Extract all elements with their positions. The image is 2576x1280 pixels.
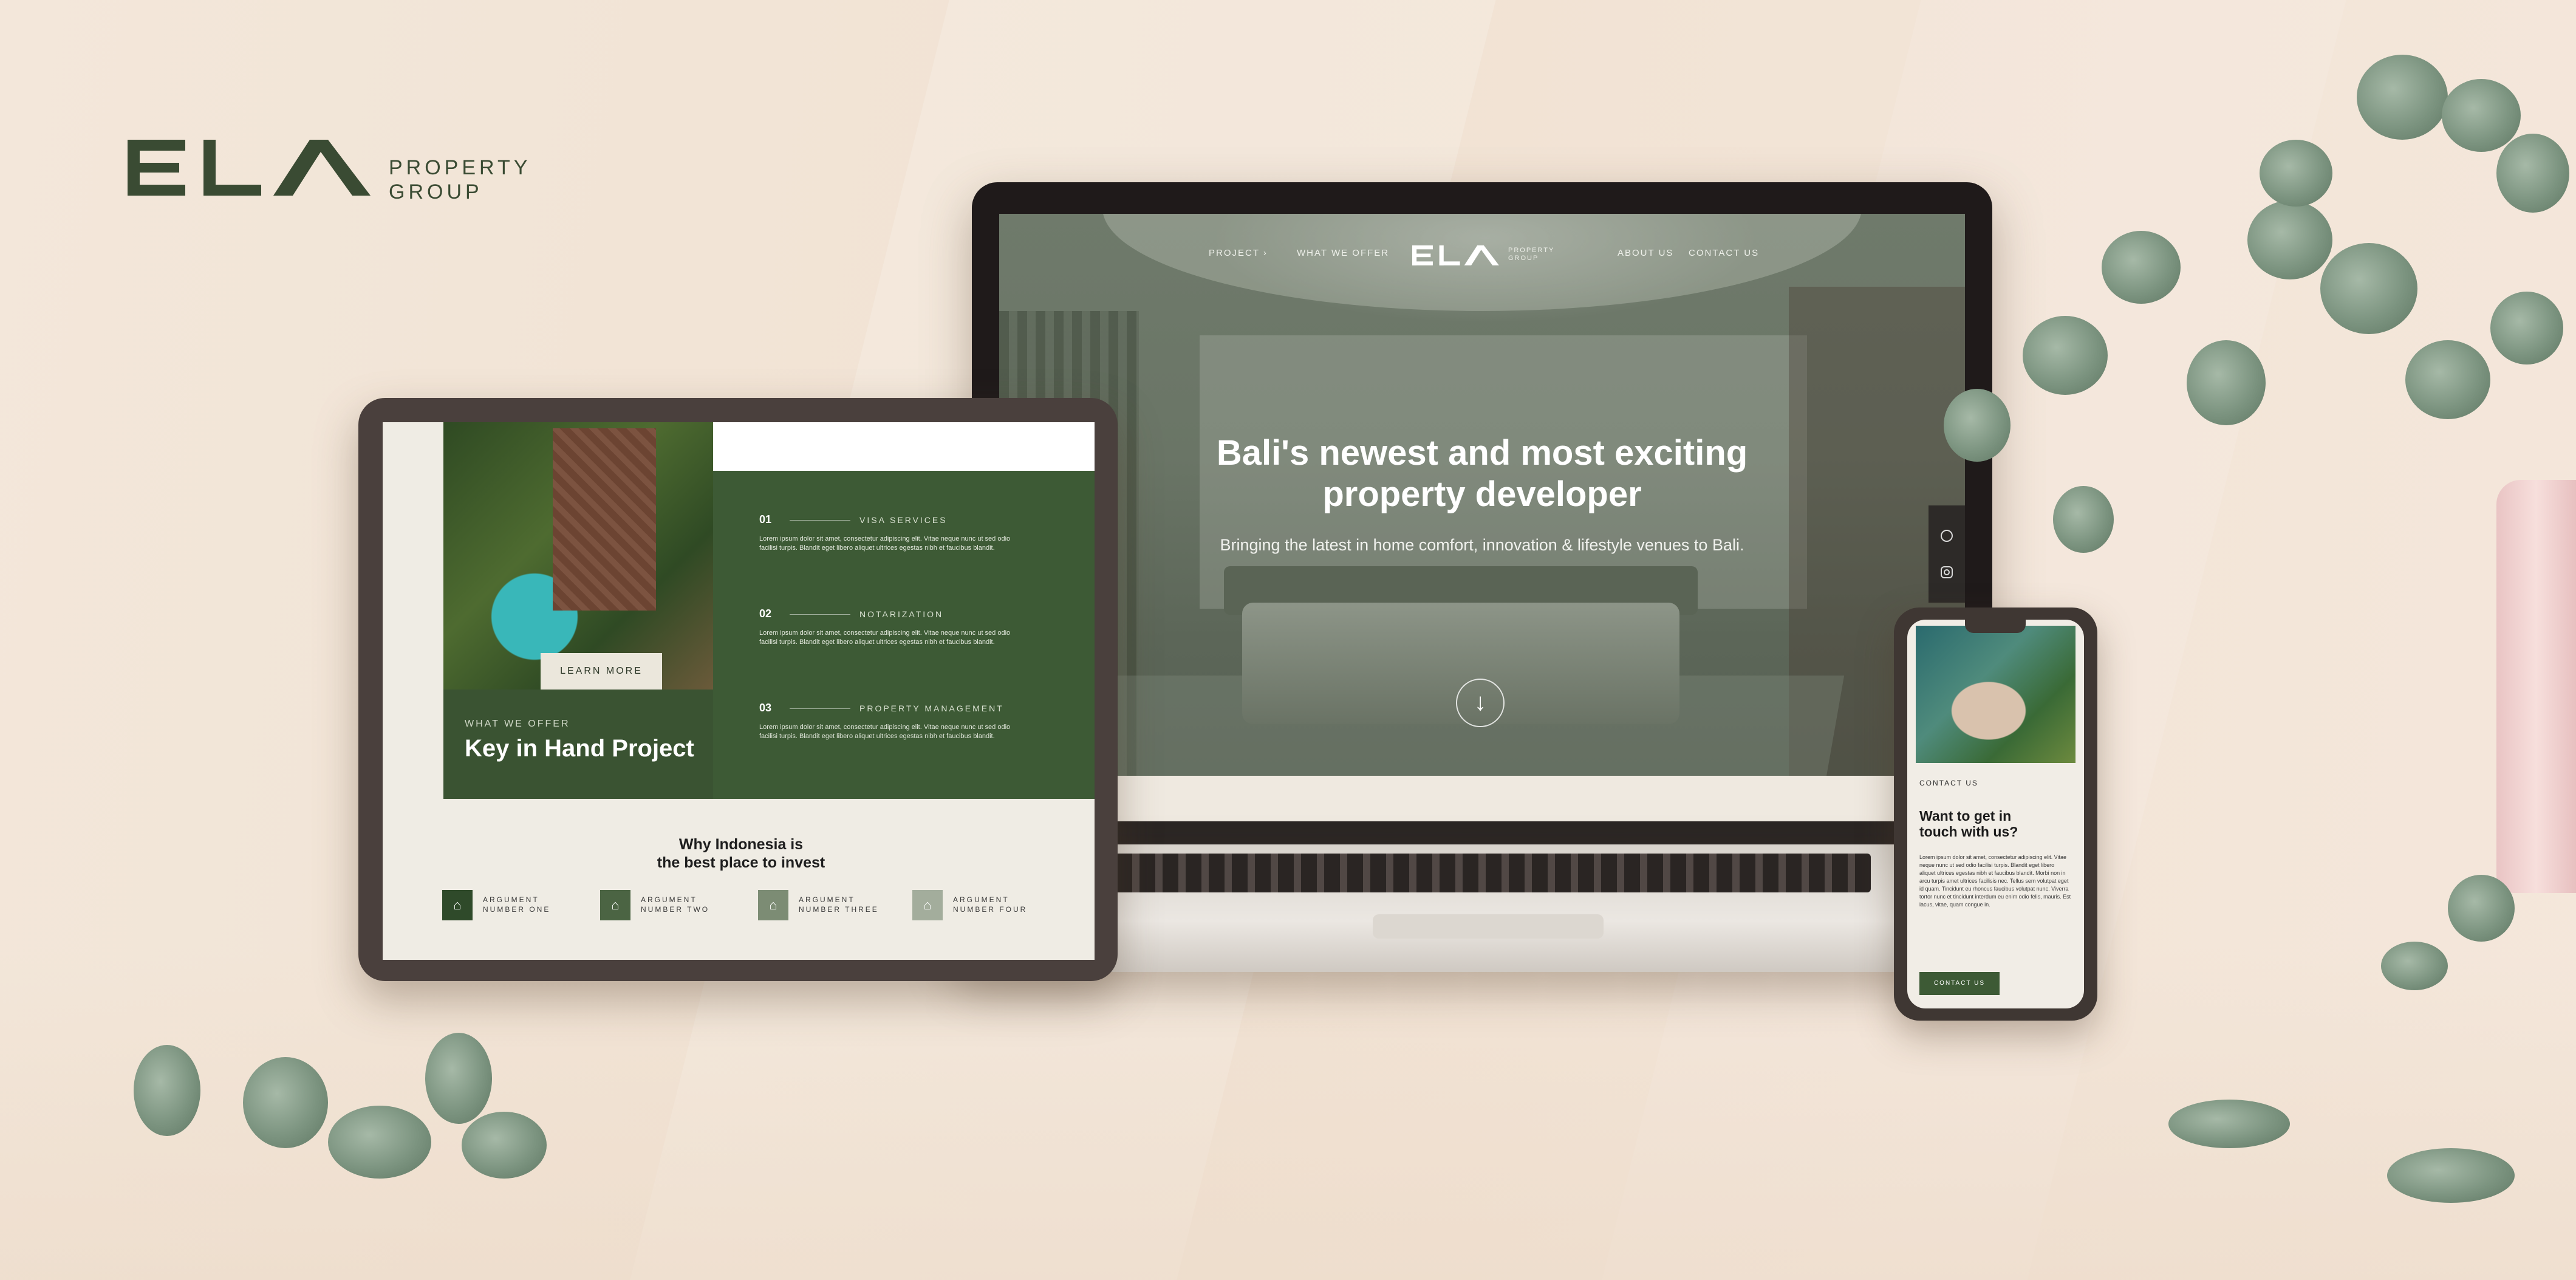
why-indonesia-heading: Why Indonesia is the best place to inves… [626, 835, 856, 872]
next-section-strip [999, 776, 1965, 821]
instagram-icon[interactable] [1938, 563, 1956, 581]
home-icon: ⌂ [600, 890, 630, 920]
argument-line-1: ARGUMENT [953, 895, 1010, 904]
service-number: 03 [759, 702, 772, 714]
nav-logo-text: PROPERTY GROUP [1508, 247, 1554, 262]
service-label: VISA SERVICES [859, 515, 948, 525]
laptop-screen: PROJECT › WHAT WE OFFER PROPERTY GROUP A… [999, 214, 1965, 821]
leaf [2381, 942, 2448, 990]
tablet-screen: LEARN MORE WHAT WE OFFER Key in Hand Pro… [383, 422, 1095, 960]
leaf [2023, 316, 2108, 395]
service-description: Lorem ipsum dolor sit amet, consectetur … [759, 629, 1011, 646]
beach-aerial-image [1916, 626, 2075, 763]
service-label: NOTARIZATION [859, 609, 944, 619]
argument-line-2: NUMBER FOUR [953, 905, 1028, 914]
brand-wordmark [128, 140, 371, 196]
argument-label[interactable]: ARGUMENT NUMBER FOUR [953, 895, 1027, 914]
argument-line-2: NUMBER TWO [641, 905, 710, 914]
site-nav: PROJECT › WHAT WE OFFER PROPERTY GROUP A… [999, 236, 1965, 272]
contact-title-line-2: touch with us? [1919, 824, 2018, 840]
argument-label[interactable]: ARGUMENT NUMBER TWO [641, 895, 709, 914]
tablet-top-band [713, 422, 1095, 471]
hero-title: Bali's newest and most exciting property… [1157, 433, 1807, 515]
service-divider [790, 520, 850, 521]
nav-logo-wordmark [1412, 245, 1499, 265]
leaf [2448, 875, 2515, 942]
brand-logo: PROPERTY GROUP [128, 134, 553, 219]
leaf [2405, 340, 2490, 419]
service-divider [790, 614, 850, 615]
leaf [2260, 140, 2332, 207]
hero-title-line-1: Bali's newest and most exciting [1216, 433, 1748, 473]
contact-us-button[interactable]: CONTACT US [1919, 972, 2000, 995]
why-line-2: the best place to invest [657, 854, 825, 871]
nav-logo-line-1: PROPERTY [1508, 247, 1555, 254]
social-sidebar [1929, 505, 1965, 603]
leaf [2320, 243, 2417, 334]
argument-line-1: ARGUMENT [799, 895, 855, 904]
argument-label[interactable]: ARGUMENT NUMBER THREE [799, 895, 879, 914]
contact-title: Want to get in touch with us? [1919, 808, 2071, 840]
villa-roof [553, 428, 656, 611]
vase [2496, 480, 2576, 893]
leaf [425, 1033, 492, 1124]
service-description: Lorem ipsum dolor sit amet, consectetur … [759, 535, 1011, 552]
leaf [2442, 79, 2521, 152]
laptop-keyboard [1093, 854, 1871, 892]
service-label: PROPERTY MANAGEMENT [859, 703, 1004, 713]
leaf [2053, 486, 2114, 553]
offer-title: Key in Hand Project [465, 735, 694, 762]
hero-title-line-2: property developer [1322, 474, 1642, 514]
service-description: Lorem ipsum dolor sit amet, consectetur … [759, 724, 1011, 740]
argument-line-1: ARGUMENT [483, 895, 539, 904]
brand-subtitle: PROPERTY GROUP [389, 156, 531, 204]
home-icon: ⌂ [758, 890, 788, 920]
whatsapp-icon[interactable] [1938, 527, 1956, 545]
learn-more-button[interactable]: LEARN MORE [541, 653, 662, 690]
nav-contact[interactable]: CONTACT US [1689, 248, 1759, 258]
contact-description: Lorem ipsum dolor sit amet, consectetur … [1919, 854, 2071, 908]
why-line-1: Why Indonesia is [678, 836, 804, 853]
leaf [1944, 389, 2011, 462]
home-icon: ⌂ [912, 890, 943, 920]
service-divider [790, 708, 850, 709]
argument-label[interactable]: ARGUMENT NUMBER ONE [483, 895, 550, 914]
argument-line-2: NUMBER ONE [483, 905, 551, 914]
nav-logo-line-2: GROUP [1508, 255, 1539, 262]
home-icon: ⌂ [442, 890, 473, 920]
nav-logo[interactable]: PROPERTY GROUP [1412, 241, 1570, 271]
laptop-hinge [984, 821, 1980, 846]
service-number: 01 [759, 513, 772, 525]
laptop-trackpad [1373, 914, 1604, 939]
leaf [2247, 200, 2332, 279]
leaf [2496, 134, 2569, 213]
contact-section-label: CONTACT US [1919, 779, 1978, 787]
nav-project[interactable]: PROJECT › [1209, 248, 1268, 258]
scroll-down-arrow-icon[interactable]: ↓ [1456, 679, 1505, 727]
leaf [2102, 231, 2181, 304]
argument-line-2: NUMBER THREE [799, 905, 879, 914]
leaf [2357, 55, 2448, 140]
what-we-offer-label: WHAT WE OFFER [465, 719, 570, 729]
phone-screen: CONTACT US Want to get in touch with us?… [1907, 620, 2084, 1008]
argument-line-1: ARGUMENT [641, 895, 697, 904]
brand-line-2: GROUP [389, 180, 483, 204]
fallen-leaf [2168, 1100, 2290, 1148]
leaf [134, 1045, 200, 1136]
phone-notch [1965, 620, 2026, 633]
brand-line-1: PROPERTY [389, 156, 531, 179]
hero-subtitle: Bringing the latest in home comfort, inn… [1220, 536, 1744, 554]
leaf [2490, 292, 2563, 364]
leaf [2187, 340, 2266, 425]
nav-what-we-offer[interactable]: WHAT WE OFFER [1297, 248, 1389, 258]
leaf [462, 1112, 547, 1179]
contact-title-line-1: Want to get in [1919, 808, 2012, 824]
leaf [243, 1057, 328, 1148]
fallen-leaf [2387, 1148, 2515, 1203]
leaf [328, 1106, 431, 1179]
nav-about[interactable]: ABOUT US [1618, 248, 1673, 258]
service-number: 02 [759, 607, 772, 620]
